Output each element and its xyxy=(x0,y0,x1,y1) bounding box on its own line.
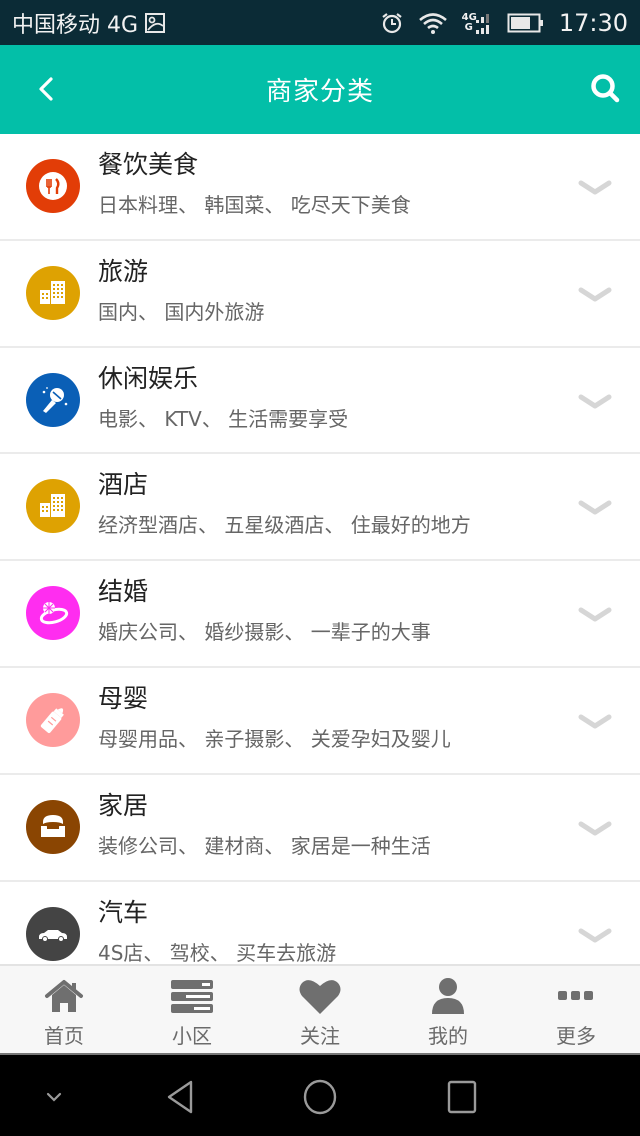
chevron-down-icon[interactable] xyxy=(578,607,612,623)
category-texts: 汽车 4S店、 驾校、 买车去旅游 xyxy=(98,896,336,964)
tab-community[interactable]: 小区 xyxy=(128,966,256,1053)
status-bar: 中国移动 4G 4G G 17:30 xyxy=(0,0,640,45)
category-desc: 电影、 KTV、 生活需要享受 xyxy=(98,406,349,431)
chevron-down-icon[interactable] xyxy=(578,928,612,944)
home-circle-icon xyxy=(303,1079,337,1114)
car-icon xyxy=(39,929,67,942)
list-icon xyxy=(168,976,216,1016)
category-item-entertainment[interactable]: 休闲娱乐 电影、 KTV、 生活需要享受 xyxy=(0,348,640,455)
chevron-down-icon[interactable] xyxy=(578,287,612,303)
category-item-wedding[interactable]: 结婚 婚庆公司、 婚纱摄影、 一辈子的大事 xyxy=(0,561,640,668)
category-texts: 休闲娱乐 电影、 KTV、 生活需要享受 xyxy=(98,362,348,432)
chevron-left-icon xyxy=(39,77,53,101)
tab-label: 更多 xyxy=(556,1024,596,1048)
chevron-down-icon[interactable] xyxy=(578,394,612,410)
page-title: 商家分类 xyxy=(265,77,374,107)
app-header: 商家分类 xyxy=(0,45,640,134)
category-item-travel[interactable]: 旅游 国内、 国内外旅游 xyxy=(0,241,640,348)
status-right: 4G G 17:30 xyxy=(380,9,628,37)
recents-square-icon xyxy=(447,1080,477,1113)
hide-chevron-icon xyxy=(46,1092,62,1102)
clock: 17:30 xyxy=(558,8,628,37)
tab-label: 首页 xyxy=(44,1024,84,1048)
category-texts: 家居 装修公司、 建材商、 家居是一种生活 xyxy=(98,789,431,859)
category-texts: 餐饮美食 日本料理、 韩国菜、 吃尽天下美食 xyxy=(98,148,411,218)
category-desc: 经济型酒店、 五星级酒店、 住最好的地方 xyxy=(98,513,471,538)
microphone-icon xyxy=(42,386,68,413)
user-icon xyxy=(424,976,472,1016)
heart-icon xyxy=(296,976,344,1016)
system-nav-bar xyxy=(0,1053,640,1136)
bottom-tab-bar: 首页 小区 关注 我的 更多 xyxy=(0,964,640,1053)
category-desc: 婚庆公司、 婚纱摄影、 一辈子的大事 xyxy=(98,620,431,645)
category-avatar xyxy=(26,799,80,854)
buildings-icon xyxy=(40,494,65,518)
fork-knife-icon xyxy=(39,172,67,200)
category-name: 餐饮美食 xyxy=(98,150,199,179)
category-desc: 母婴用品、 亲子摄影、 关爱孕妇及婴儿 xyxy=(98,726,451,751)
back-triangle-icon xyxy=(167,1080,193,1113)
nav-back-button[interactable] xyxy=(155,1055,205,1136)
tab-label: 关注 xyxy=(300,1024,340,1048)
armchair-icon xyxy=(41,814,65,837)
signal-icon: 4G G xyxy=(462,11,493,35)
category-texts: 旅游 国内、 国内外旅游 xyxy=(98,255,264,325)
category-texts: 酒店 经济型酒店、 五星级酒店、 住最好的地方 xyxy=(98,468,471,538)
category-texts: 母婴 母婴用品、 亲子摄影、 关爱孕妇及婴儿 xyxy=(98,682,451,752)
tab-label: 小区 xyxy=(172,1024,212,1048)
chevron-down-icon[interactable] xyxy=(578,821,612,837)
category-desc: 日本料理、 韩国菜、 吃尽天下美食 xyxy=(98,193,411,217)
category-name: 旅游 xyxy=(98,256,149,286)
search-icon xyxy=(591,74,620,103)
category-name: 结婚 xyxy=(98,577,149,607)
tab-more[interactable]: 更多 xyxy=(512,966,640,1053)
tab-label: 我的 xyxy=(428,1024,468,1048)
home-icon xyxy=(40,976,88,1016)
buildings-icon xyxy=(40,280,65,304)
category-avatar xyxy=(26,586,80,641)
category-desc: 装修公司、 建材商、 家居是一种生活 xyxy=(98,833,431,858)
chevron-down-icon[interactable] xyxy=(578,714,612,730)
tab-home[interactable]: 首页 xyxy=(0,966,128,1053)
tab-follow[interactable]: 关注 xyxy=(256,966,384,1053)
category-avatar xyxy=(26,265,80,320)
battery-icon xyxy=(507,12,545,34)
category-name: 酒店 xyxy=(98,470,149,500)
category-name: 汽车 xyxy=(98,897,149,927)
chevron-down-icon[interactable] xyxy=(578,500,612,516)
tab-mine[interactable]: 我的 xyxy=(384,966,512,1053)
category-desc: 4S店、 驾校、 买车去旅游 xyxy=(98,940,337,964)
category-list[interactable]: 餐饮美食 日本料理、 韩国菜、 吃尽天下美食 旅游 国内、 国内外旅游 休闲娱乐… xyxy=(0,134,640,964)
category-desc: 国内、 国内外旅游 xyxy=(98,299,265,324)
category-name: 家居 xyxy=(98,790,149,820)
more-icon xyxy=(552,976,600,1016)
chevron-down-icon[interactable] xyxy=(578,180,612,196)
alarm-icon xyxy=(380,11,404,35)
category-item-home[interactable]: 家居 装修公司、 建材商、 家居是一种生活 xyxy=(0,775,640,882)
ring-icon xyxy=(39,602,69,625)
hide-nav-button[interactable] xyxy=(34,1055,74,1136)
nav-recents-button[interactable] xyxy=(437,1055,487,1136)
status-left: 中国移动 4G xyxy=(12,7,166,39)
category-texts: 结婚 婚庆公司、 婚纱摄影、 一辈子的大事 xyxy=(98,575,431,645)
category-item-dining[interactable]: 餐饮美食 日本料理、 韩国菜、 吃尽天下美食 xyxy=(0,134,640,241)
search-button[interactable] xyxy=(588,71,624,107)
category-avatar xyxy=(26,159,80,213)
category-avatar xyxy=(26,906,80,961)
back-button[interactable] xyxy=(30,73,62,105)
category-avatar xyxy=(26,372,80,427)
baby-bottle-icon xyxy=(40,708,64,733)
category-item-baby[interactable]: 母婴 母婴用品、 亲子摄影、 关爱孕妇及婴儿 xyxy=(0,668,640,775)
image-icon xyxy=(144,12,166,34)
category-item-hotel[interactable]: 酒店 经济型酒店、 五星级酒店、 住最好的地方 xyxy=(0,454,640,562)
category-item-auto[interactable]: 汽车 4S店、 驾校、 买车去旅游 xyxy=(0,882,640,964)
category-name: 母婴 xyxy=(98,683,149,713)
category-avatar xyxy=(26,692,80,747)
nav-home-button[interactable] xyxy=(295,1055,345,1136)
wifi-icon xyxy=(418,11,448,35)
carrier-label: 中国移动 4G xyxy=(12,12,139,38)
category-avatar xyxy=(26,479,80,534)
category-name: 休闲娱乐 xyxy=(98,363,199,393)
